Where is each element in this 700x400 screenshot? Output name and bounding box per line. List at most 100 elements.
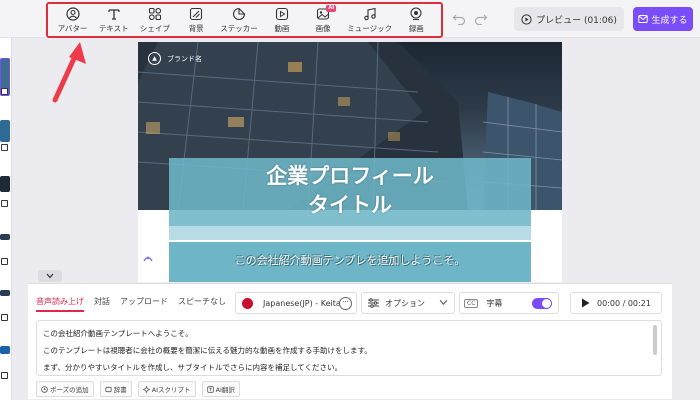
dictionary-button[interactable]: 辞書 [99, 381, 132, 397]
brand-name: ブランド名 [167, 54, 202, 63]
brand-label[interactable]: ▲ ブランド名 [148, 52, 202, 65]
collapse-panel-button[interactable] [38, 270, 62, 282]
tab-no-speech[interactable]: スピーチなし [178, 296, 226, 312]
options-label: オプション [385, 298, 425, 308]
voice-tabs: 音声読み上げ 対話 アップロード スピーチなし [36, 296, 236, 312]
script-textarea[interactable]: この会社紹介動画テンプレートへようこそ。 このテンプレートは視聴者に会社の概要を… [36, 320, 662, 376]
tool-label: 画像 [315, 23, 331, 33]
script-line: このテンプレートは視聴者に会社の概要を簡潔に伝える魅力的な動画を作成する手助けを… [43, 346, 372, 355]
tool-label: ミュージック [347, 23, 393, 33]
scene-thumbnail[interactable] [0, 346, 10, 354]
ai-translate-label: AI翻訳 [215, 386, 235, 394]
tab-upload[interactable]: アップロード [120, 296, 168, 312]
play-circle-icon [521, 13, 532, 25]
redo-icon[interactable] [474, 11, 488, 25]
tool-label: ステッカー [220, 23, 258, 33]
brand-logo-icon: ▲ [148, 52, 161, 65]
tool-label: 背景 [188, 23, 204, 33]
cc-icon: CC [464, 298, 479, 308]
tool-sticker[interactable]: ステッカー [220, 4, 258, 36]
title-text-box[interactable]: 企業プロフィール タイトル [169, 162, 531, 220]
chevron-down-icon [439, 299, 448, 306]
script-line: まず、分かりやすいタイトルを作成し、サブタイトルでさらに内容を補足してください。 [43, 363, 343, 372]
top-toolbar: アバター テキスト シェイプ 背景 ステッカー 動画 AI 画像 ミュージック … [0, 0, 700, 38]
tool-label: テキスト [98, 23, 129, 33]
scene-thumbnail[interactable] [0, 120, 10, 142]
shape-icon [148, 7, 161, 20]
title-band-lower [169, 226, 531, 240]
tool-music[interactable]: ミュージック [347, 4, 392, 36]
add-pause-button[interactable]: ポーズの追加 [36, 381, 94, 397]
video-canvas[interactable]: ▲ ブランド名 企業プロフィール タイトル この会社紹介動画テンプレを追加しよう… [138, 42, 562, 282]
tool-label: 動画 [274, 23, 290, 33]
audio-player[interactable]: 00:00 / 00:21 [570, 292, 662, 314]
caption-toggle-box: CC 字幕 [459, 292, 559, 314]
tool-background[interactable]: 背景 [179, 4, 213, 36]
scene-icon [1, 314, 8, 321]
sticker-icon [233, 7, 246, 20]
tool-label: シェイプ [139, 23, 170, 33]
scene-icon [1, 258, 8, 265]
red-arrow-annotation [52, 42, 86, 103]
voice-name: Japanese(JP) - Keita [263, 298, 341, 308]
sliders-icon [368, 298, 379, 308]
scene-thumbnail[interactable] [0, 234, 10, 240]
tool-record[interactable]: 録画 [399, 4, 433, 36]
title-line-2: タイトル [308, 193, 392, 217]
japan-flag-icon [242, 297, 253, 309]
dictionary-icon [105, 386, 112, 392]
ai-badge: AI [326, 5, 337, 12]
caption-label: 字幕 [486, 298, 503, 308]
mail-icon [638, 15, 649, 23]
caption-toggle[interactable] [532, 298, 552, 309]
scene-icon [1, 200, 8, 207]
tool-shape[interactable]: シェイプ [138, 4, 172, 36]
small-logo-icon [143, 256, 153, 262]
avatar-icon [65, 6, 80, 21]
scene-thumbnail[interactable] [0, 176, 10, 192]
clock-icon [41, 385, 48, 393]
tool-video[interactable]: 動画 [265, 4, 299, 36]
dictionary-label: 辞書 [113, 386, 127, 394]
video-icon [275, 7, 288, 20]
scene-icon [1, 372, 8, 379]
preview-label: プレビュー (01:06) [536, 15, 617, 26]
tool-text[interactable]: テキスト [97, 4, 131, 36]
script-line: この会社紹介動画テンプレートへようこそ。 [43, 329, 193, 338]
tab-tts[interactable]: 音声読み上げ [36, 296, 84, 312]
options-dropdown[interactable]: オプション [361, 292, 455, 314]
preview-button[interactable]: プレビュー (01:06) [514, 7, 624, 31]
music-icon [363, 7, 376, 20]
scene-thumbnail[interactable] [0, 290, 10, 296]
text-icon [108, 8, 120, 20]
tool-image[interactable]: AI 画像 [306, 4, 340, 36]
undo-icon[interactable] [452, 11, 466, 25]
script-tools: ポーズの追加 辞書 AIスクリプト AI翻訳 [36, 381, 246, 397]
tool-label: 録画 [408, 23, 424, 33]
subtitle-text[interactable]: この会社紹介動画テンプレを追加しようこそ。 [169, 252, 531, 268]
title-line-1: 企業プロフィール [266, 164, 434, 188]
ai-translate-button[interactable]: AI翻訳 [201, 381, 240, 397]
translate-icon [206, 385, 214, 393]
time-readout: 00:00 / 00:21 [597, 298, 651, 308]
generate-button[interactable]: 生成する [633, 7, 693, 31]
more-options-icon[interactable]: ··· [339, 297, 352, 310]
record-icon [410, 6, 422, 20]
add-pause-label: ポーズの追加 [50, 386, 89, 394]
tool-avatar[interactable]: アバター [56, 4, 90, 36]
tab-dialog[interactable]: 対話 [94, 296, 110, 312]
scene-strip[interactable] [0, 38, 12, 400]
scrollbar[interactable] [653, 325, 657, 355]
chevron-down-icon [46, 273, 54, 279]
scene-icon [1, 88, 8, 95]
element-toolbar-highlighted: アバター テキスト シェイプ 背景 ステッカー 動画 AI 画像 ミュージック … [46, 2, 443, 38]
voice-selector[interactable]: Japanese(JP) - Keita ··· [235, 292, 357, 314]
script-panel: 音声読み上げ 対話 アップロード スピーチなし Japanese(JP) - K… [28, 283, 672, 399]
generate-label: 生成する [651, 15, 688, 26]
sparkle-icon [142, 385, 150, 393]
ai-script-label: AIスクリプト [151, 386, 191, 394]
ai-script-button[interactable]: AIスクリプト [137, 381, 196, 397]
scene-icon [1, 144, 8, 151]
tool-label: アバター [57, 23, 88, 33]
play-icon[interactable] [581, 298, 590, 308]
